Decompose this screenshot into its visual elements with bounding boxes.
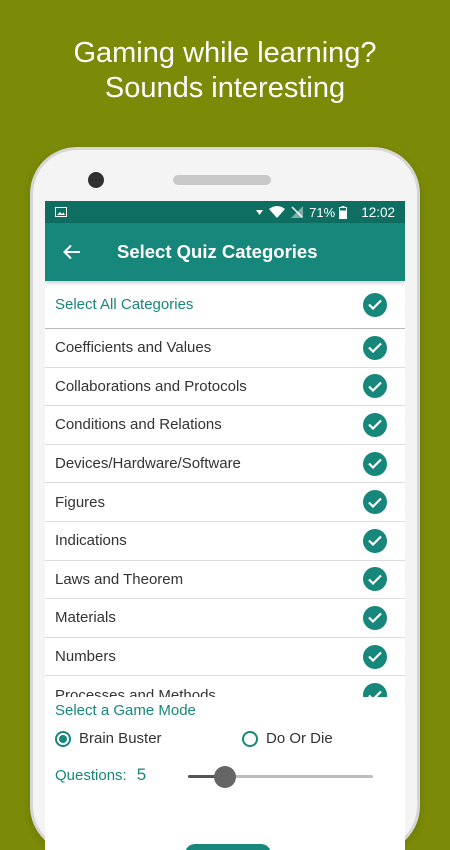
slider-thumb[interactable] [214, 766, 236, 788]
questions-slider[interactable] [188, 766, 373, 788]
list-item[interactable]: Conditions and Relations [45, 406, 405, 445]
phone-frame: 71% 12:02 Select Quiz Categories Select … [33, 150, 417, 850]
category-items: Coefficients and Values Collaborations an… [45, 329, 405, 697]
list-item[interactable]: Processes and Methods [45, 676, 405, 697]
category-label: Devices/Hardware/Software [55, 455, 241, 473]
list-item[interactable]: Indications [45, 522, 405, 561]
promo-line-2: Sounds interesting [104, 72, 346, 104]
category-label: Conditions and Relations [55, 416, 222, 434]
list-item[interactable]: Devices/Hardware/Software [45, 445, 405, 484]
wifi-icon [269, 206, 286, 218]
battery-icon [339, 205, 348, 219]
select-all-row[interactable]: Select All Categories [45, 281, 405, 329]
app-bar: Select Quiz Categories [45, 223, 405, 281]
check-icon[interactable] [363, 528, 387, 553]
check-icon[interactable] [363, 292, 387, 317]
check-icon[interactable] [363, 451, 387, 476]
check-icon[interactable] [363, 490, 387, 515]
category-label: Coefficients and Values [55, 339, 212, 357]
category-label: Numbers [55, 648, 116, 666]
check-icon[interactable] [363, 644, 387, 669]
start-button[interactable] [185, 844, 271, 850]
app-screen: 71% 12:02 Select Quiz Categories Select … [45, 201, 405, 850]
category-label: Indications [55, 532, 127, 550]
questions-label: Questions: [55, 766, 127, 784]
game-mode-title: Select a Game Mode [55, 702, 196, 719]
clock: 12:02 [361, 204, 395, 220]
signal-down-icon [256, 208, 264, 216]
check-icon[interactable] [363, 335, 387, 360]
check-icon[interactable] [363, 683, 387, 697]
list-item[interactable]: Collaborations and Protocols [45, 368, 405, 407]
radio-brain-buster[interactable]: Brain Buster [55, 730, 162, 747]
radio-label-do-or-die: Do Or Die [266, 730, 333, 747]
radio-label-brain-buster: Brain Buster [79, 730, 162, 747]
radio-do-or-die[interactable]: Do Or Die [242, 730, 333, 747]
no-sim-icon [291, 206, 304, 218]
category-label: Laws and Theorem [55, 570, 184, 588]
radio-selected-icon [55, 730, 71, 747]
list-item[interactable]: Figures [45, 483, 405, 522]
questions-value: 5 [136, 765, 147, 784]
arrow-back-icon [63, 244, 80, 260]
category-list[interactable]: Select All Categories Coefficients and V… [45, 281, 405, 697]
game-mode-panel: Select a Game Mode Brain Buster Do Or Di… [45, 697, 405, 850]
check-icon[interactable] [363, 412, 387, 437]
check-icon[interactable] [363, 567, 387, 592]
image-icon [55, 207, 67, 217]
category-label: Processes and Methods [55, 686, 216, 697]
check-icon[interactable] [363, 374, 387, 399]
speaker-grill [173, 175, 271, 185]
list-item[interactable]: Laws and Theorem [45, 561, 405, 600]
questions-setting: Questions: 5 [55, 765, 146, 785]
game-mode-options: Brain Buster Do Or Die [45, 730, 405, 756]
battery-level: 71% [309, 204, 336, 220]
category-label: Materials [55, 609, 116, 627]
back-button[interactable] [45, 223, 99, 281]
list-item[interactable]: Numbers [45, 638, 405, 677]
list-item[interactable]: Materials [45, 599, 405, 638]
promo-headline: Gaming while learning? Sounds interestin… [0, 36, 450, 106]
check-icon[interactable] [363, 605, 387, 630]
promo-line-1: Gaming while learning? [73, 37, 377, 69]
category-label: Figures [55, 493, 106, 511]
camera-icon [88, 172, 104, 188]
page-title: Select Quiz Categories [117, 241, 318, 262]
select-all-label: Select All Categories [55, 296, 194, 313]
category-label: Collaborations and Protocols [55, 377, 247, 395]
status-bar: 71% 12:02 [45, 201, 405, 223]
list-item[interactable]: Coefficients and Values [45, 329, 405, 368]
radio-unselected-icon [242, 730, 258, 747]
